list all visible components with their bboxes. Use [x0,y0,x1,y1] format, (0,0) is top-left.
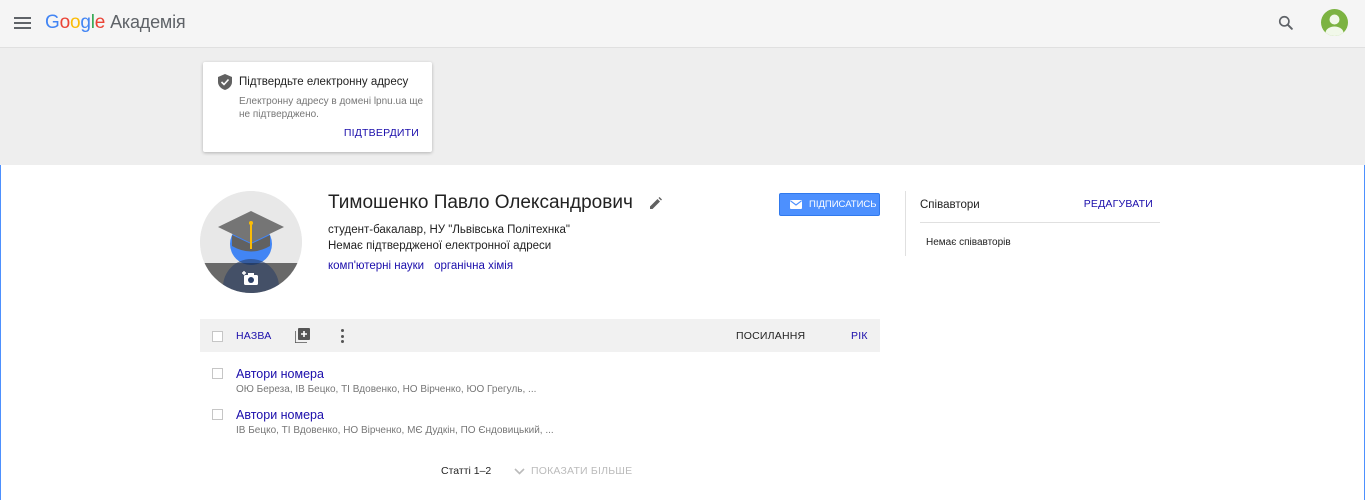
row-checkbox[interactable] [212,368,223,379]
menu-icon[interactable] [12,12,34,34]
profile-affiliation: студент-бакалавр, НУ "Львівська Політехн… [328,224,570,236]
interest-link[interactable]: комп'ютерні науки [328,260,424,272]
interest-link[interactable]: органічна хімія [434,260,513,272]
scholar-logo[interactable]: Google Академія [45,12,186,34]
coauthors-heading: Співавтори [920,199,980,211]
account-avatar[interactable] [1321,9,1348,36]
mail-icon [790,200,802,209]
logo-subtitle: Академія [110,12,186,32]
confirm-email-button[interactable]: ПІДТВЕРДИТИ [344,127,419,139]
show-more-button[interactable]: ПОКАЗАТИ БІЛЬШЕ [514,465,632,477]
article-title-link[interactable]: Автори номера [236,367,324,381]
add-article-icon[interactable] [294,328,310,344]
logo-letter: o [59,12,71,33]
verify-email-title: Підтвердьте електронну адресу [239,76,409,88]
coauthors-panel: Співавтори РЕДАГУВАТИ Немає співавторів [905,191,1160,256]
search-icon[interactable] [1276,13,1296,33]
select-all-checkbox[interactable] [212,331,223,342]
follow-button[interactable]: ПІДПИСАТИСЬ [779,193,880,216]
profile-email-status: Немає підтвердженої електронної адреси [328,240,552,252]
top-app-bar: Google Академія [0,0,1365,48]
logo-letter: g [80,12,91,33]
logo-letter: G [45,12,60,33]
profile-photo[interactable] [200,191,302,293]
cited-by-column-header: ПОСИЛАННЯ [736,330,806,342]
article-authors: ОЮ Береза, ІВ Бецко, ТІ Вдовенко, НО Вір… [236,384,537,395]
edit-pencil-icon[interactable] [649,196,663,210]
camera-add-icon[interactable] [242,271,260,287]
row-checkbox[interactable] [212,409,223,420]
divider [920,222,1160,223]
logo-letter: o [69,12,81,33]
shield-check-icon [218,74,232,90]
table-row: Автори номера ОЮ Береза, ІВ Бецко, ТІ Вд… [200,367,880,407]
logo-letter: e [94,12,106,33]
no-coauthors-text: Немає співавторів [926,237,1011,248]
follow-button-label: ПІДПИСАТИСЬ [809,199,877,210]
research-interests: комп'ютерні науки органічна хімія [328,260,523,272]
sort-by-title-button[interactable]: НАЗВА [236,330,271,342]
article-title-link[interactable]: Автори номера [236,408,324,422]
verify-email-card: Підтвердьте електронну адресу Електронну… [203,62,432,152]
article-authors: ІВ Бецко, ТІ Вдовенко, НО Вірченко, МЄ Д… [236,425,554,436]
more-vert-icon[interactable] [339,328,345,344]
profile-name: Тимошенко Павло Олександрович [328,192,633,213]
edit-coauthors-button[interactable]: РЕДАГУВАТИ [1084,198,1153,210]
table-row: Автори номера ІВ Бецко, ТІ Вдовенко, НО … [200,408,880,448]
sort-by-year-button[interactable]: РІК [851,330,868,342]
articles-table-header: НАЗВА ПОСИЛАННЯ РІК [200,319,880,352]
articles-count: Статті 1–2 [441,465,492,477]
show-more-label: ПОКАЗАТИ БІЛЬШЕ [531,465,633,477]
verify-email-description: Електронну адресу в домені lpnu.ua ще не… [239,96,424,120]
chevron-down-icon [514,467,525,475]
frame-edge-left [0,165,1,500]
